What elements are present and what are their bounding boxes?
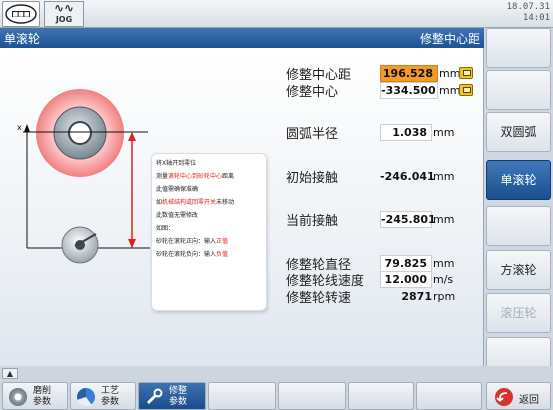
softkey-double-arc[interactable]: 双圆弧 bbox=[486, 112, 551, 152]
process-params-label: 工艺 参数 bbox=[101, 386, 120, 407]
dress-center-input[interactable]: -334.500 bbox=[380, 82, 438, 99]
line-speed-unit: m/s bbox=[433, 273, 454, 286]
softkey-1[interactable] bbox=[486, 28, 551, 68]
center-distance-input[interactable]: 196.528 bbox=[380, 65, 438, 82]
note-line: 砂轮在滚轮正向：输入正值 bbox=[156, 238, 229, 245]
arc-radius-input[interactable]: 1.038 bbox=[380, 124, 432, 141]
x-axis-label: x bbox=[17, 123, 22, 132]
arc-radius-unit: mm bbox=[433, 126, 455, 139]
note-line: 测量滚轮中心到砂轮中心距离 bbox=[156, 173, 235, 180]
current-contact-label: 当前接触 bbox=[286, 214, 339, 229]
company-logo-icon: ■■■ bbox=[2, 1, 40, 27]
field-context-title: 修整中心距 bbox=[419, 32, 480, 46]
chevron-up-icon[interactable]: ▲ bbox=[2, 368, 18, 379]
softkey-5[interactable] bbox=[486, 206, 551, 246]
hsoftkey-4[interactable] bbox=[208, 382, 276, 410]
note-line: 此数值无需修改 bbox=[156, 212, 199, 219]
top-status-bar: ■■■ ∿∿ JOG 18.07.31 14:01 bbox=[0, 0, 553, 28]
line-speed-input[interactable]: 12.000 bbox=[380, 271, 432, 288]
back-arrow-icon bbox=[495, 388, 513, 406]
initial-contact-value: -246.041 bbox=[380, 170, 435, 183]
softkey-pressure-roller[interactable]: 滚压轮 bbox=[486, 293, 551, 333]
center-distance-unit: mm bbox=[439, 67, 461, 80]
note-line: 如图： bbox=[156, 225, 175, 232]
horizontal-softkeys: ▲ 磨削 参数 工艺 参数 修整 参数 返回 bbox=[0, 366, 553, 410]
dress-params-button[interactable]: 修整 参数 bbox=[138, 382, 206, 410]
jog-mode-indicator: ∿∿ JOG bbox=[44, 1, 84, 27]
note-line: 将X轴开到零位 bbox=[156, 160, 197, 167]
grind-params-label: 磨削 参数 bbox=[33, 386, 52, 407]
rpm-label: 修整轮转速 bbox=[286, 291, 352, 306]
initial-contact-label: 初始接触 bbox=[286, 171, 339, 186]
softkey-2[interactable] bbox=[486, 70, 551, 110]
screen: ■■■ ∿∿ JOG 18.07.31 14:01 单滚轮 修整中心距 x 将X… bbox=[0, 0, 553, 410]
dress-center-unit: mm bbox=[439, 84, 461, 97]
current-contact-unit: mm bbox=[433, 213, 455, 226]
grinding-icon bbox=[9, 388, 27, 406]
grind-params-button[interactable]: 磨削 参数 bbox=[2, 382, 68, 410]
instruction-note: 将X轴开到零位 测量滚轮中心到砂轮中心距离 此值需确保准确 如机械结构或回零开关… bbox=[151, 153, 267, 311]
current-contact-input[interactable]: -245.801 bbox=[380, 211, 436, 228]
rpm-unit: rpm bbox=[433, 290, 456, 303]
note-line: 砂轮在滚轮负向：输入负值 bbox=[156, 251, 229, 258]
dress-center-label: 修整中心 bbox=[286, 85, 339, 100]
process-icon bbox=[77, 388, 95, 406]
jog-mode-label: JOG bbox=[55, 15, 73, 24]
wheel-diameter-input[interactable]: 79.825 bbox=[380, 255, 432, 272]
hsoftkey-6[interactable] bbox=[348, 382, 414, 410]
screen-title: 单滚轮 bbox=[4, 32, 41, 46]
date-time: 18.07.31 14:01 bbox=[507, 2, 550, 24]
rpm-value: 2871 bbox=[401, 290, 432, 303]
hsoftkey-5[interactable] bbox=[278, 382, 346, 410]
svg-text:■■■: ■■■ bbox=[12, 11, 29, 18]
title-bar: 单滚轮 修整中心距 bbox=[0, 28, 484, 48]
dress-params-label: 修整 参数 bbox=[169, 386, 188, 407]
note-line: 此值需确保准确 bbox=[156, 186, 199, 193]
roller-diagram: x bbox=[17, 89, 150, 264]
main-panel: x 将X轴开到零位 测量滚轮中心到砂轮中心距离 此值需确保准确 如机械结构或回零… bbox=[0, 48, 484, 366]
wrench-icon bbox=[145, 388, 163, 406]
hsoftkey-7[interactable] bbox=[416, 382, 482, 410]
process-params-button[interactable]: 工艺 参数 bbox=[70, 382, 136, 410]
initial-contact-unit: mm bbox=[433, 170, 455, 183]
wheel-diameter-unit: mm bbox=[433, 257, 455, 270]
calculator-icon[interactable] bbox=[459, 84, 473, 96]
softkey-square-roller[interactable]: 方滚轮 bbox=[486, 250, 551, 290]
vertical-softkeys: 双圆弧 单滚轮 方滚轮 滚压轮 bbox=[484, 28, 553, 380]
back-button[interactable]: 返回 bbox=[486, 382, 551, 410]
softkey-single-roller[interactable]: 单滚轮 bbox=[486, 160, 551, 200]
back-label: 返回 bbox=[519, 395, 539, 406]
note-line: 如机械结构或回零开关未移动 bbox=[156, 199, 235, 206]
time-text: 14:01 bbox=[522, 13, 550, 23]
jog-wave-icon: ∿∿ bbox=[53, 1, 75, 15]
arc-radius-label: 圆弧半径 bbox=[286, 127, 339, 142]
calculator-icon[interactable] bbox=[459, 67, 473, 79]
date-text: 18.07.31 bbox=[506, 2, 550, 12]
